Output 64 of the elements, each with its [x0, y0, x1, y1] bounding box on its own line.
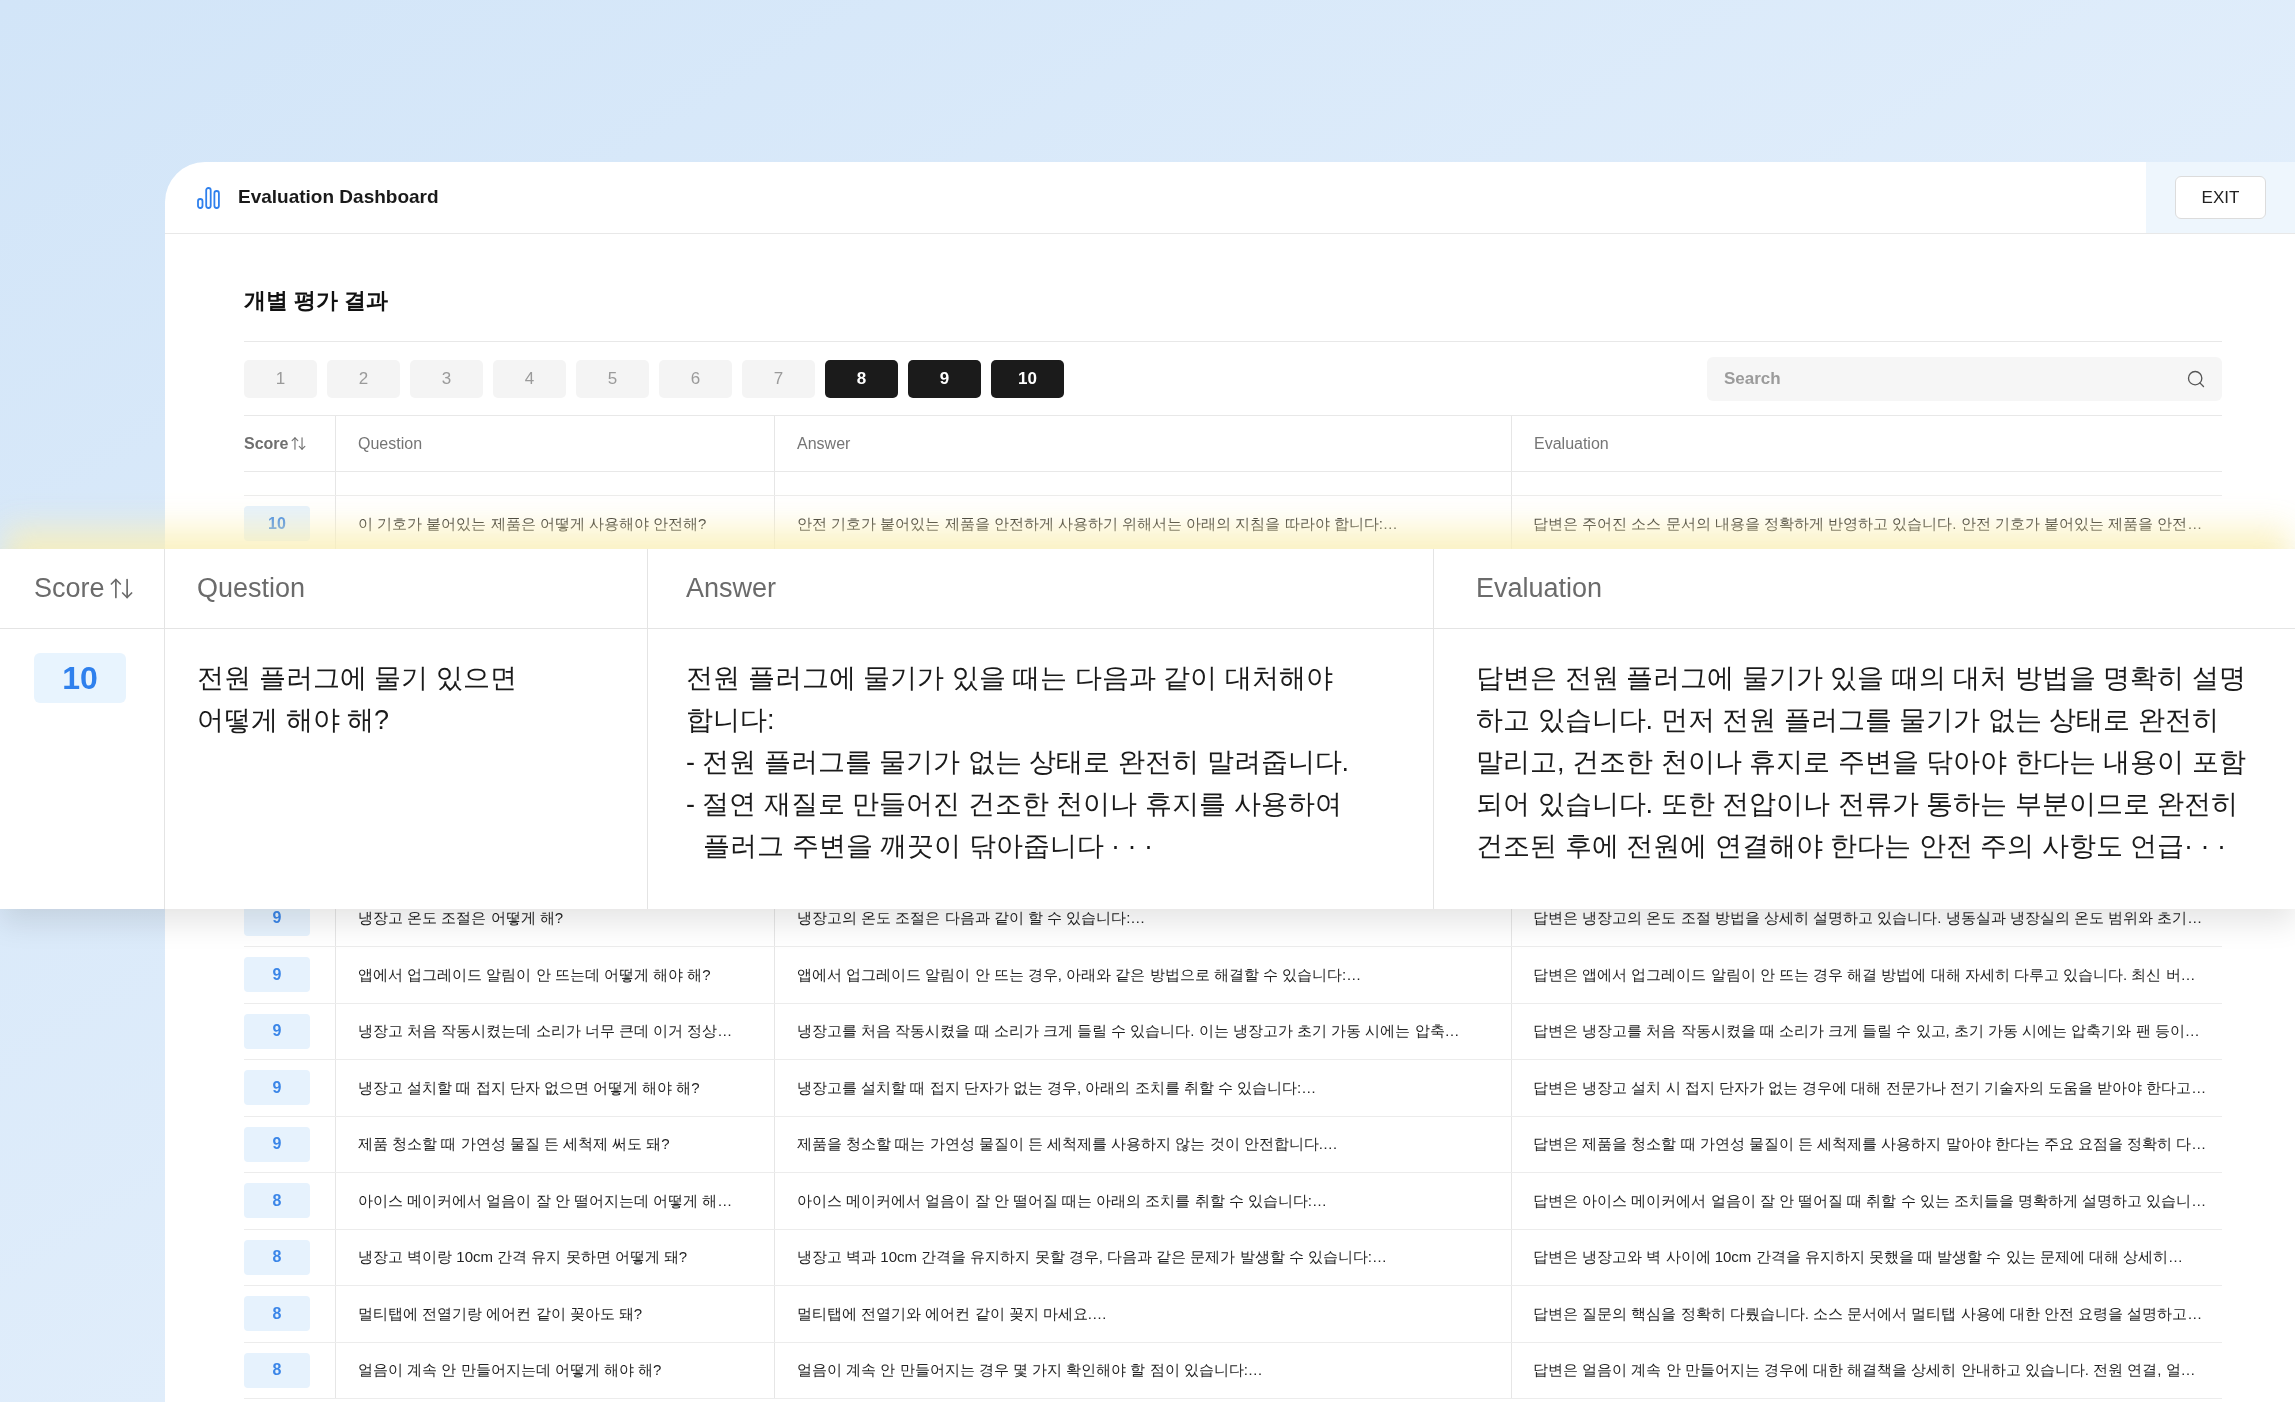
- column-header: Answer: [686, 572, 777, 606]
- answer-cell: 얼음이 계속 안 만들어지는 경우 몇 가지 확인해야 할 점이 있습니다:…: [774, 1342, 1511, 1398]
- column-header: Answer: [797, 433, 851, 454]
- score-filter-button[interactable]: 6: [659, 360, 732, 398]
- score-badge: 8: [244, 1239, 310, 1275]
- score-filter-button[interactable]: 5: [576, 360, 649, 398]
- score-badge: 9: [244, 957, 310, 993]
- answer-cell: 냉장고를 처음 작동시켰을 때 소리가 크게 들릴 수 있습니다. 이는 냉장고가 초기 가동 시에는 압축…: [774, 1003, 1511, 1059]
- score-badge: 8: [244, 1296, 310, 1332]
- search-icon: [2186, 369, 2206, 389]
- evaluation-cell: 답변은 냉장고와 벽 사이에 10cm 간격을 유지하지 못했을 때 발생할 수 있는 문제에 대해 상세히…: [1511, 1229, 2222, 1285]
- score-filter-button[interactable]: 1: [244, 360, 317, 398]
- question-cell: 제품 청소할 때 가연성 물질 든 세척제 써도 돼?: [335, 1116, 774, 1172]
- score-badge: 9: [244, 1013, 310, 1049]
- score-filter-button[interactable]: 7: [742, 360, 815, 398]
- question-cell: 전원 플러그에 물기 있으면 어떻게 해야 해?: [164, 629, 647, 909]
- score-badge: 9: [244, 1070, 310, 1106]
- column-header: Question: [358, 433, 423, 454]
- evaluation-cell: 답변은 앱에서 업그레이드 알림이 안 뜨는 경우 해결 방법에 대해 자세히 다루고 있습니다. 최신 버…: [1511, 947, 2222, 1003]
- evaluation-cell: 답변은 질문의 핵심을 정확히 다뤘습니다. 소스 문서에서 멀티탭 사용에 대한 안전 요령을 설명하고…: [1511, 1286, 2222, 1342]
- score-badge: 10: [34, 653, 126, 703]
- question-cell: 얼음이 계속 안 만들어지는데 어떻게 해야 해?: [335, 1342, 774, 1398]
- score-filter-button[interactable]: 10: [991, 360, 1064, 398]
- score-filter-button[interactable]: 9: [908, 360, 981, 398]
- question-cell: 멀티탭에 전열기랑 에어컨 같이 꽂아도 돼?: [335, 1286, 774, 1342]
- search-field[interactable]: Search: [1707, 357, 2222, 401]
- answer-cell: 냉장고 벽과 10cm 간격을 유지하지 못할 경우, 다음과 같은 문제가 발생할 수 있습니다:…: [774, 1229, 1511, 1285]
- answer-cell: 냉장고를 설치할 때 접지 단자가 없는 경우, 아래의 조치를 취할 수 있습니다:…: [774, 1060, 1511, 1116]
- answer-cell: 멀티탭에 전열기와 에어컨 같이 꽂지 마세요.…: [774, 1286, 1511, 1342]
- question-cell: 냉장고 설치할 때 접지 단자 없으면 어떻게 해야 해?: [335, 1060, 774, 1116]
- score-filter-button[interactable]: 3: [410, 360, 483, 398]
- sort-icon: [290, 435, 308, 452]
- section-title: 개별 평가 결과: [244, 287, 389, 315]
- column-header: Evaluation: [1534, 433, 1609, 454]
- bar-chart-icon: [197, 186, 220, 209]
- evaluation-cell: 답변은 냉장고를 처음 작동시켰을 때 소리가 크게 들릴 수 있고, 초기 가동 시에는 압축기와 팬 등이…: [1511, 1003, 2222, 1059]
- score-sort-button[interactable]: Score: [244, 431, 308, 456]
- answer-list-item: - 전원 플러그를 물기가 없는 상태로 완전히 말려줍니다.: [686, 746, 1350, 779]
- column-header: Evaluation: [1476, 572, 1603, 606]
- app-title: Evaluation Dashboard: [238, 185, 439, 210]
- exit-button[interactable]: EXIT: [2175, 176, 2266, 219]
- answer-cell: 아이스 메이커에서 얼음이 잘 안 떨어질 때는 아래의 조치를 취할 수 있습니다:…: [774, 1173, 1511, 1229]
- question-cell: 앱에서 업그레이드 알림이 안 뜨는데 어떻게 해야 해?: [335, 947, 774, 1003]
- score-badge: 9: [244, 1126, 310, 1162]
- evaluation-cell: 답변은 아이스 메이커에서 얼음이 잘 안 떨어질 때 취할 수 있는 조치들을 명확하게 설명하고 있습니…: [1511, 1173, 2222, 1229]
- answer-list-item: - 절연 재질로 만들어진 건조한 천이나 휴지를 사용하여 플러그 주변을 깨끗이 닦아줍니다 · · ·: [686, 788, 1343, 863]
- evaluation-cell: 답변은 냉장고 설치 시 접지 단자가 없는 경우에 대해 전문가나 전기 기술자의 도움을 받아야 한다고…: [1511, 1060, 2222, 1116]
- answer-cell: 제품을 청소할 때는 가연성 물질이 든 세척제를 사용하지 않는 것이 안전합니다.…: [774, 1116, 1511, 1172]
- score-badge: 8: [244, 1183, 310, 1219]
- question-cell: 냉장고 처음 작동시켰는데 소리가 너무 큰데 이거 정상…: [335, 1003, 774, 1059]
- score-sort-button[interactable]: Score: [34, 568, 135, 609]
- answer-text: 전원 플러그에 물기가 있을 때는 다음과 같이 대처해야 합니다:: [686, 662, 1334, 737]
- score-filter-button[interactable]: 4: [493, 360, 566, 398]
- answer-cell: 앱에서 업그레이드 알림이 안 뜨는 경우, 아래와 같은 방법으로 해결할 수 있습니다:…: [774, 947, 1511, 1003]
- question-cell: 아이스 메이커에서 얼음이 잘 안 떨어지는데 어떻게 해…: [335, 1173, 774, 1229]
- score-filter-button[interactable]: 2: [327, 360, 400, 398]
- score-badge: 10: [244, 506, 310, 542]
- evaluation-cell: 답변은 제품을 청소할 때 가연성 물질이 든 세척제를 사용하지 말아야 한다는 주요 요점을 정확히 다…: [1511, 1116, 2222, 1172]
- evaluation-cell: 답변은 얼음이 계속 안 만들어지는 경우에 대한 해결책을 상세히 안내하고 있습니다. 전원 연결, 얼…: [1511, 1342, 2222, 1398]
- score-filter-button[interactable]: 8: [825, 360, 898, 398]
- score-badge: 8: [244, 1352, 310, 1388]
- evaluation-cell: 답변은 전원 플러그에 물기가 있을 때의 대처 방법을 명확히 설명하고 있습니다. 먼저 전원 플러그를 물기가 없는 상태로 완전히 말리고, 건조한 천이나 휴지로 주변을 닦아야 한다는 내용이 포함되어 있습니다. 또한 전압이나 전류가 통하는 부분이므로 완전히 건조된 후에 전원에 연결해야 한다는 안전 주의 사항도 언급· · ·: [1433, 629, 2295, 909]
- question-cell: 냉장고 벽이랑 10cm 간격 유지 못하면 어떻게 돼?: [335, 1229, 774, 1285]
- column-header: Question: [197, 572, 306, 606]
